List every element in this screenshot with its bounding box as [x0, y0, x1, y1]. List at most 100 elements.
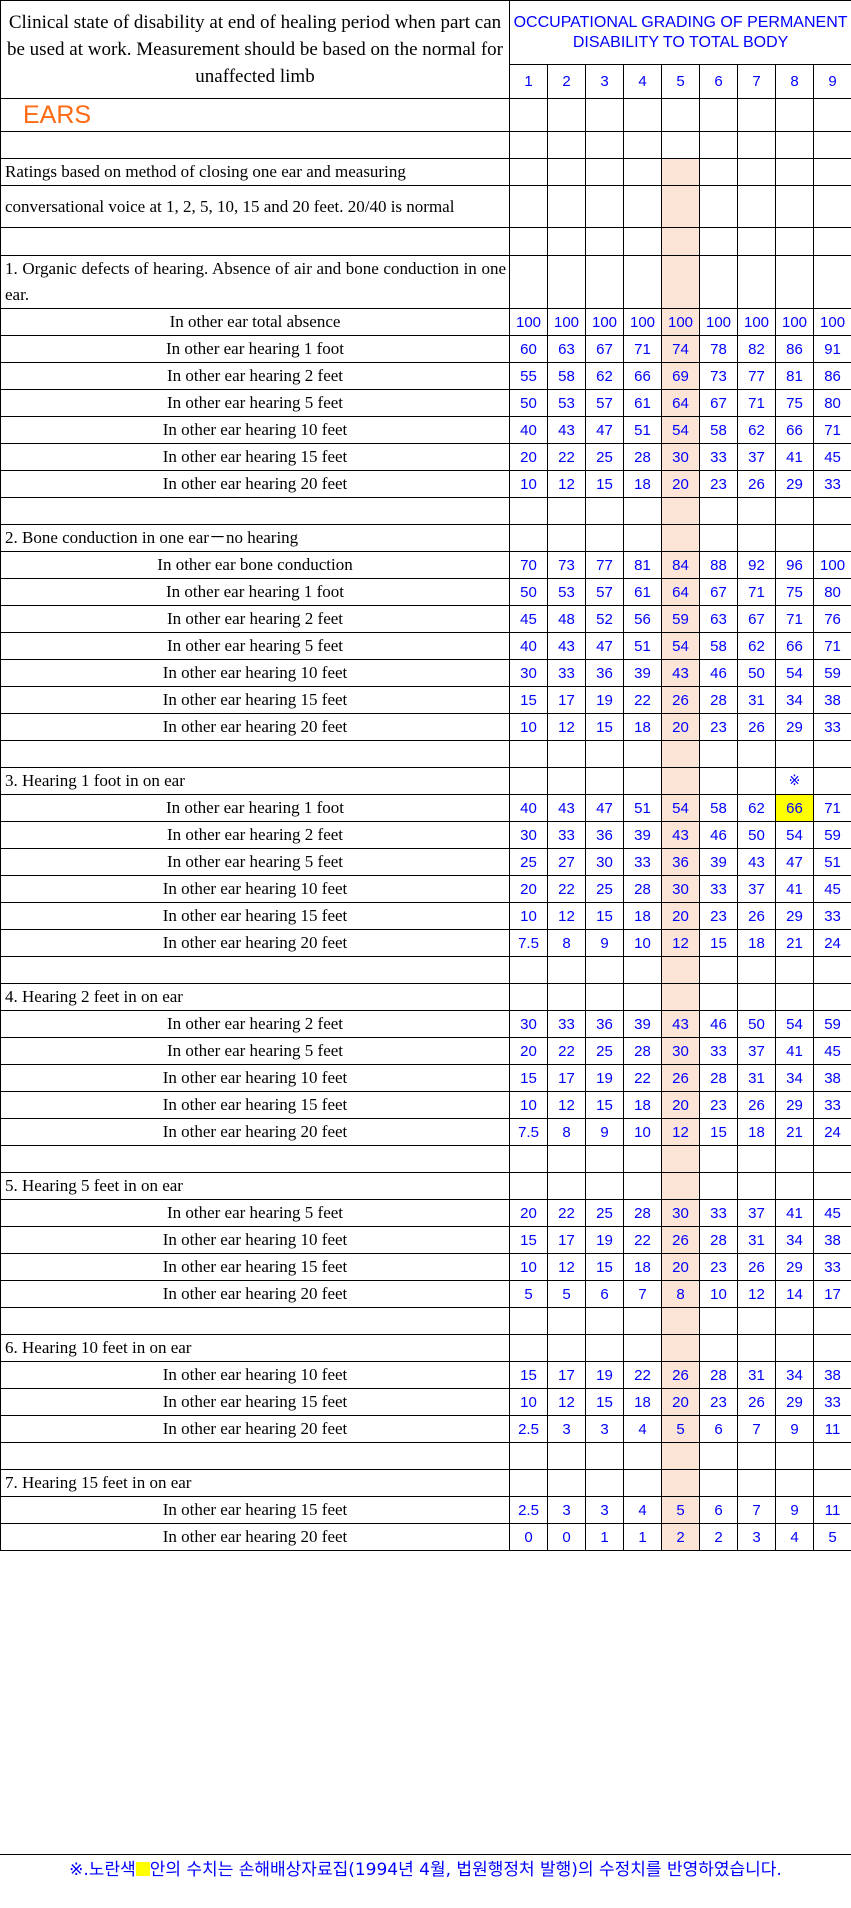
value-cell: 100 [585, 308, 624, 336]
empty-cell [547, 1334, 586, 1362]
section-heading-row: 7. Hearing 15 feet in on ear [0, 1469, 851, 1497]
value-cell: 45 [812, 443, 851, 471]
value-cell: 15 [585, 1091, 624, 1119]
value-cell: 37 [737, 443, 776, 471]
value-cell: 61 [623, 578, 662, 606]
blank-cell [0, 1442, 510, 1470]
value-cell: 12 [547, 1388, 586, 1416]
value-cell: 15 [585, 470, 624, 498]
empty-cell [547, 1145, 586, 1173]
value-cell: 9 [585, 1118, 624, 1146]
value-cell: 71 [737, 389, 776, 417]
table-row: In other ear total absence 100 100 100 100 10… [0, 308, 851, 336]
header-grading-title: OCCUPATIONAL GRADING OF PERMANENT DISABI… [508, 0, 851, 65]
empty-cell [812, 1172, 851, 1200]
value-cell: 6 [699, 1496, 738, 1524]
value-cell: 30 [661, 1199, 700, 1227]
section-heading-row: 3. Hearing 1 foot in on ear ※ [0, 767, 851, 795]
value-cell: 15 [699, 929, 738, 957]
value-cell: 10 [509, 1091, 548, 1119]
value-cell: 62 [737, 416, 776, 444]
value-cell: 43 [547, 632, 586, 660]
value-cell: 47 [585, 794, 624, 822]
value-cell: 46 [699, 1010, 738, 1038]
value-cell: 63 [699, 605, 738, 633]
value-cell: 18 [737, 929, 776, 957]
value-cell: 22 [547, 1199, 586, 1227]
empty-cell [623, 131, 662, 159]
value-cell: 36 [585, 821, 624, 849]
value-cell: 9 [775, 1496, 814, 1524]
value-cell: 71 [812, 416, 851, 444]
value-cell: 62 [737, 632, 776, 660]
empty-cell [661, 1172, 700, 1200]
value-cell: 84 [661, 551, 700, 579]
value-cell: 33 [812, 902, 851, 930]
value-cell: 20 [661, 713, 700, 741]
table-row: In other ear hearing 2 feet 30 33 36 39 43 46 5… [0, 1010, 851, 1038]
value-cell: 20 [509, 443, 548, 471]
value-cell: 17 [547, 1361, 586, 1389]
value-cell: 23 [699, 902, 738, 930]
section-heading-row: 4. Hearing 2 feet in on ear [0, 983, 851, 1011]
blank-row [0, 956, 851, 984]
value-cell: 5 [509, 1280, 548, 1308]
row-label: In other ear hearing 10 feet [0, 659, 510, 687]
empty-cell [812, 983, 851, 1011]
empty-cell [661, 131, 700, 159]
table-row: In other ear hearing 15 feet 20 22 25 28 30 33… [0, 443, 851, 471]
row-label: In other ear hearing 1 foot [0, 578, 510, 606]
disability-table-document: Clinical state of disability at end of h… [0, 0, 851, 1880]
value-cell: 57 [585, 578, 624, 606]
value-cell: 22 [623, 1226, 662, 1254]
value-cell: 77 [737, 362, 776, 390]
value-cell: 80 [812, 389, 851, 417]
column-number-5: 5 [661, 64, 700, 99]
value-cell: 26 [737, 1253, 776, 1281]
value-cell: 28 [623, 875, 662, 903]
value-cell: 26 [737, 902, 776, 930]
empty-cell [737, 255, 776, 309]
empty-cell [585, 1334, 624, 1362]
value-cell: 26 [661, 1226, 700, 1254]
row-label: In other ear hearing 20 feet [0, 1118, 510, 1146]
value-cell: 41 [775, 1199, 814, 1227]
table-row: In other ear hearing 5 feet 20 22 25 28 30 33 3… [0, 1037, 851, 1065]
empty-cell [623, 524, 662, 552]
value-cell: 54 [661, 416, 700, 444]
value-cell: 31 [737, 1064, 776, 1092]
empty-cell [585, 767, 624, 795]
value-cell: 71 [737, 578, 776, 606]
row-label: In other ear hearing 20 feet [0, 470, 510, 498]
blank-cell [0, 956, 510, 984]
value-cell: 80 [812, 578, 851, 606]
value-cell: 66 [775, 632, 814, 660]
value-cell: 38 [812, 1226, 851, 1254]
blank-cell [0, 131, 510, 159]
value-cell: 23 [699, 470, 738, 498]
empty-cell [775, 983, 814, 1011]
value-cell: 58 [699, 416, 738, 444]
empty-cell [509, 1334, 548, 1362]
table-row: In other ear hearing 15 feet 15 17 19 22 26 28… [0, 686, 851, 714]
row-label: In other ear hearing 5 feet [0, 1037, 510, 1065]
value-cell: 7.5 [509, 1118, 548, 1146]
value-cell: 50 [509, 578, 548, 606]
value-cell: 100 [737, 308, 776, 336]
empty-cell [623, 740, 662, 768]
empty-cell [699, 524, 738, 552]
empty-cell [661, 1307, 700, 1335]
empty-cell [585, 255, 624, 309]
value-cell: 45 [812, 1037, 851, 1065]
empty-cell [812, 1307, 851, 1335]
section-heading-row: 2. Bone conduction in one ear－no hearing [0, 524, 851, 552]
value-cell: 100 [812, 308, 851, 336]
value-cell: 37 [737, 1199, 776, 1227]
empty-cell [623, 497, 662, 525]
empty-cell [812, 227, 851, 256]
value-cell: 3 [585, 1496, 624, 1524]
empty-cell [585, 1172, 624, 1200]
value-cell: 45 [509, 605, 548, 633]
value-cell: 30 [661, 443, 700, 471]
empty-cell [737, 740, 776, 768]
